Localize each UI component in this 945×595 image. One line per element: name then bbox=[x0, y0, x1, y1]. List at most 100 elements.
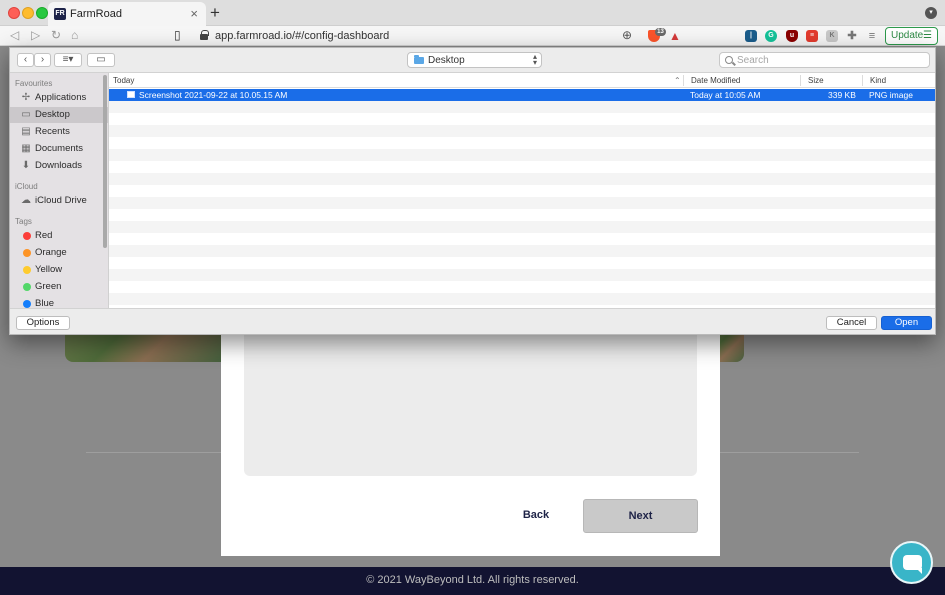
chat-bubble-icon[interactable] bbox=[890, 541, 933, 584]
sidebar-item-documents[interactable]: ▦ Documents bbox=[10, 141, 108, 157]
documents-icon: ▦ bbox=[21, 143, 31, 154]
green-tag-dot-icon bbox=[23, 283, 31, 291]
sidebar-heading-favourites: Favourites bbox=[15, 79, 53, 88]
cloud-icon: ☁ bbox=[21, 195, 31, 206]
empty-row bbox=[109, 173, 935, 185]
page-footer: © 2021 WayBeyond Ltd. All rights reserve… bbox=[0, 567, 945, 595]
file-modified: Today at 10:05 AM bbox=[690, 90, 761, 100]
folder-icon bbox=[414, 55, 424, 64]
file-name: Screenshot 2021-09-22 at 10.05.15 AM bbox=[139, 90, 288, 100]
sidebar-tag-yellow[interactable]: Yellow bbox=[10, 262, 108, 278]
location-popup[interactable]: Desktop ▴ ▾ bbox=[407, 52, 542, 68]
sidebar-item-desktop[interactable]: ▭ Desktop bbox=[10, 107, 108, 123]
file-list: Today ⌃ Date Modified Size Kind Screensh… bbox=[109, 73, 935, 308]
open-button[interactable]: Open bbox=[881, 316, 932, 330]
window-zoom-button[interactable] bbox=[36, 7, 48, 19]
home-icon[interactable]: ⌂ bbox=[71, 28, 78, 42]
column-separator bbox=[683, 75, 684, 86]
window-close-button[interactable] bbox=[8, 7, 20, 19]
column-header-kind[interactable]: Kind bbox=[870, 76, 886, 85]
downloads-icon: ⬇ bbox=[21, 160, 31, 171]
tab-close-icon[interactable]: × bbox=[190, 6, 198, 21]
extensions-puzzle-icon[interactable]: ✚ bbox=[846, 30, 858, 42]
browser-tab-bar: FR FarmRoad × + ▾ bbox=[0, 0, 945, 26]
extension-analytics-icon[interactable]: | bbox=[745, 30, 757, 42]
sidebar-tag-orange[interactable]: Orange bbox=[10, 245, 108, 261]
location-label: Desktop bbox=[428, 55, 465, 66]
tab-title: FarmRoad bbox=[70, 8, 122, 20]
reading-list-icon[interactable]: ≡ bbox=[866, 30, 878, 42]
sidebar-tag-green[interactable]: Green bbox=[10, 279, 108, 295]
column-separator bbox=[800, 75, 801, 86]
forward-arrow-icon[interactable]: ▷ bbox=[31, 28, 40, 42]
sidebar-item-applications[interactable]: ✢ Applications bbox=[10, 90, 108, 106]
sort-up-icon: ⌃ bbox=[674, 76, 681, 85]
sidebar-tag-red[interactable]: Red bbox=[10, 228, 108, 244]
view-options-icon[interactable]: ≡▾ bbox=[54, 53, 82, 67]
dialog-search[interactable] bbox=[719, 52, 930, 68]
column-header-size[interactable]: Size bbox=[808, 76, 824, 85]
red-tag-dot-icon bbox=[23, 232, 31, 240]
sidebar-heading-tags: Tags bbox=[15, 217, 32, 226]
tab-search-menu-icon[interactable]: ▾ bbox=[925, 7, 937, 19]
extension-red-icon[interactable]: ≡ bbox=[806, 30, 818, 42]
brave-rewards-icon[interactable]: ▲ bbox=[669, 30, 681, 42]
sidebar-scrollbar[interactable] bbox=[103, 75, 107, 248]
new-folder-icon[interactable]: ▭ bbox=[87, 53, 115, 67]
empty-row bbox=[109, 197, 935, 209]
sidebar-item-downloads[interactable]: ⬇ Downloads bbox=[10, 158, 108, 174]
new-tab-button[interactable]: + bbox=[210, 3, 220, 23]
dialog-back-icon[interactable]: ‹ bbox=[17, 53, 34, 67]
farmroad-favicon-icon: FR bbox=[54, 8, 66, 20]
grammarly-icon[interactable]: G bbox=[765, 30, 777, 42]
extension-grey-icon[interactable]: K bbox=[826, 30, 838, 42]
back-button[interactable]: Back bbox=[511, 509, 561, 521]
blue-tag-dot-icon bbox=[23, 300, 31, 308]
back-arrow-icon[interactable]: ◁ bbox=[10, 28, 19, 42]
sidebar-item-recents[interactable]: ▤ Recents bbox=[10, 124, 108, 140]
column-header-modified[interactable]: Date Modified bbox=[691, 76, 740, 85]
file-list-header: Today ⌃ Date Modified Size Kind bbox=[109, 73, 935, 88]
browser-toolbar: ◁ ▷ ↻ ⌂ ▯ app.farmroad.io/#/config-dashb… bbox=[0, 26, 945, 46]
cancel-button[interactable]: Cancel bbox=[826, 316, 877, 330]
empty-row bbox=[109, 269, 935, 281]
empty-row bbox=[109, 221, 935, 233]
png-file-icon bbox=[127, 91, 135, 98]
bookmark-icon[interactable]: ▯ bbox=[174, 28, 181, 42]
window-minimize-button[interactable] bbox=[22, 7, 34, 19]
reload-icon[interactable]: ↻ bbox=[51, 28, 61, 42]
address-bar[interactable]: app.farmroad.io/#/config-dashboard bbox=[215, 30, 389, 42]
orange-tag-dot-icon bbox=[23, 249, 31, 257]
empty-row bbox=[109, 245, 935, 257]
sidebar-heading-icloud: iCloud bbox=[15, 182, 38, 191]
config-card: Back Next bbox=[221, 334, 720, 556]
file-open-dialog: ‹ › ≡▾ ▭ Desktop ▴▾ Favourites ✢ Applica… bbox=[9, 47, 936, 335]
ublock-icon[interactable]: u bbox=[786, 30, 798, 42]
zoom-icon[interactable]: ⊕ bbox=[622, 28, 632, 42]
empty-row bbox=[109, 293, 935, 305]
file-size: 339 KB bbox=[828, 90, 856, 100]
brave-shields-badge: 13 bbox=[655, 28, 666, 36]
next-button[interactable]: Next bbox=[583, 499, 698, 533]
browser-tab[interactable]: FR FarmRoad × bbox=[48, 2, 206, 26]
yellow-tag-dot-icon bbox=[23, 266, 31, 274]
file-kind: PNG image bbox=[869, 90, 913, 100]
file-row[interactable]: Screenshot 2021-09-22 at 10.05.15 AM Tod… bbox=[109, 89, 935, 101]
dialog-forward-icon[interactable]: › bbox=[34, 53, 51, 67]
sidebar-item-icloud-drive[interactable]: ☁ iCloud Drive bbox=[10, 193, 108, 209]
applications-icon: ✢ bbox=[21, 92, 31, 103]
config-card-content-area bbox=[244, 334, 697, 476]
column-separator bbox=[862, 75, 863, 86]
options-button[interactable]: Options bbox=[16, 316, 70, 330]
recents-icon: ▤ bbox=[21, 126, 31, 137]
popup-arrows-icon: ▴ ▾ bbox=[532, 52, 537, 67]
empty-row bbox=[109, 125, 935, 137]
update-label: Update bbox=[891, 30, 924, 41]
update-button[interactable]: Update ☰ bbox=[885, 27, 938, 45]
dialog-button-bar: Options Cancel Open bbox=[10, 308, 935, 334]
dialog-search-input[interactable] bbox=[737, 54, 925, 66]
column-header-name[interactable]: Today bbox=[113, 76, 134, 85]
sidebar-tag-blue[interactable]: Blue bbox=[10, 296, 108, 308]
empty-row bbox=[109, 101, 935, 113]
lock-icon bbox=[200, 30, 209, 40]
